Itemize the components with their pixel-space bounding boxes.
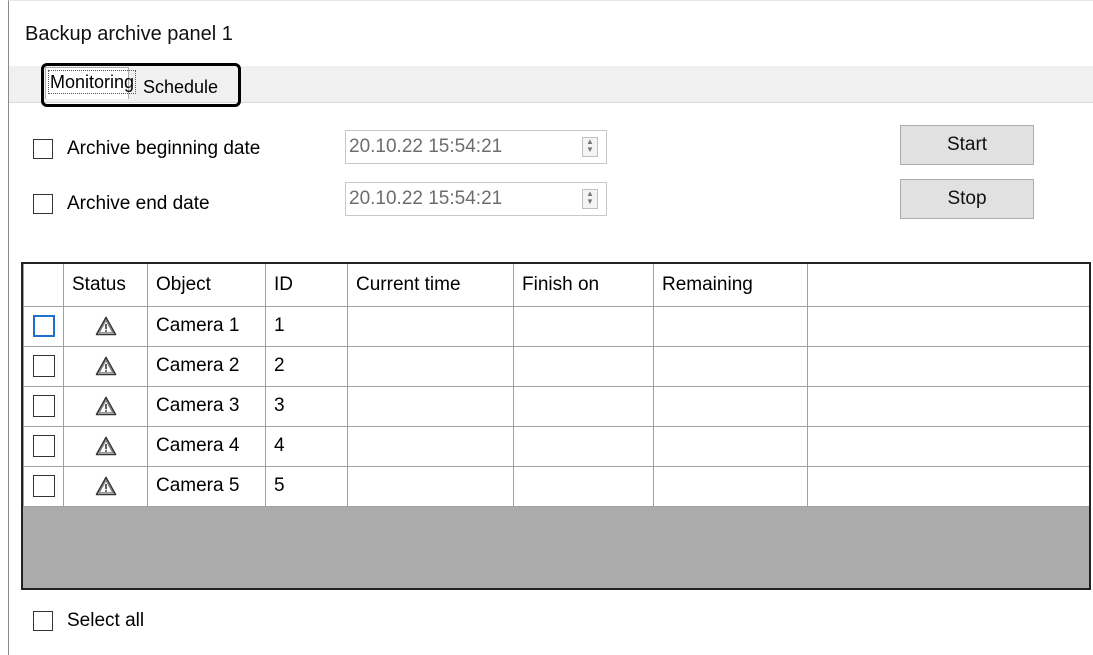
row-current-time-cell: [347, 305, 514, 347]
row-status-cell: [63, 305, 148, 347]
row-filler-cell: [807, 425, 1089, 467]
row-status-cell: [63, 425, 148, 467]
row-current-time-cell: [347, 425, 514, 467]
row-select-checkbox[interactable]: [32, 394, 55, 417]
table-row[interactable]: Camera 11: [23, 305, 1089, 347]
row-filler-cell: [807, 385, 1089, 427]
column-header-filler: [807, 264, 1089, 307]
table-row[interactable]: Camera 55: [23, 465, 1089, 507]
column-header-id[interactable]: ID: [265, 264, 348, 307]
row-finish-on-cell: [513, 305, 654, 347]
cameras-table: Status Object ID Current time Finish on …: [23, 264, 1089, 507]
row-object-cell: Camera 4: [147, 425, 266, 467]
cameras-grid[interactable]: Status Object ID Current time Finish on …: [21, 262, 1091, 590]
row-status-cell: [63, 465, 148, 507]
warning-triangle-icon: [95, 395, 117, 416]
row-id-cell: 2: [265, 345, 348, 387]
row-select-checkbox[interactable]: [32, 354, 55, 377]
row-status-cell: [63, 345, 148, 387]
row-object-cell: Camera 3: [147, 385, 266, 427]
column-header-status[interactable]: Status: [63, 264, 148, 307]
row-finish-on-cell: [513, 345, 654, 387]
row-select-checkbox[interactable]: [32, 434, 55, 457]
warning-triangle-icon: [95, 475, 117, 496]
select-all-row: Select all: [33, 610, 144, 632]
row-filler-cell: [807, 305, 1089, 347]
row-remaining-cell: [653, 425, 808, 467]
row-select-cell[interactable]: [23, 305, 64, 347]
stop-button[interactable]: Stop: [900, 179, 1034, 219]
row-select-checkbox[interactable]: [32, 474, 55, 497]
row-current-time-cell: [347, 385, 514, 427]
row-finish-on-cell: [513, 465, 654, 507]
table-row[interactable]: Camera 44: [23, 425, 1089, 467]
table-header-row: Status Object ID Current time Finish on …: [23, 264, 1089, 307]
row-remaining-cell: [653, 465, 808, 507]
archive-end-datetime[interactable]: 20.10.22 15:54:21 ▲ ▼: [345, 182, 607, 216]
archive-end-value: 20.10.22 15:54:21: [349, 188, 503, 209]
table-row[interactable]: Camera 33: [23, 385, 1089, 427]
backup-archive-window: Backup archive panel 1 Monitoring Schedu…: [8, 0, 1093, 655]
warning-triangle-icon: [95, 435, 117, 456]
archive-beginning-label: Archive beginning date: [67, 138, 261, 159]
header-select-cell: [23, 264, 64, 307]
row-select-cell[interactable]: [23, 465, 64, 507]
row-remaining-cell: [653, 385, 808, 427]
up-down-spinner-icon[interactable]: ▲ ▼: [582, 137, 598, 157]
archive-beginning-checkbox[interactable]: [33, 139, 53, 159]
row-select-checkbox[interactable]: [32, 314, 55, 337]
archive-beginning-value: 20.10.22 15:54:21: [349, 136, 503, 157]
row-object-cell: Camera 2: [147, 345, 266, 387]
column-header-remaining[interactable]: Remaining: [653, 264, 808, 307]
row-finish-on-cell: [513, 385, 654, 427]
row-remaining-cell: [653, 345, 808, 387]
row-id-cell: 4: [265, 425, 348, 467]
archive-beginning-row: Archive beginning date: [33, 138, 260, 160]
column-header-object[interactable]: Object: [147, 264, 266, 307]
archive-end-row: Archive end date: [33, 193, 210, 215]
row-id-cell: 5: [265, 465, 348, 507]
row-select-cell[interactable]: [23, 425, 64, 467]
start-button[interactable]: Start: [900, 125, 1034, 165]
archive-end-label: Archive end date: [67, 193, 210, 214]
up-down-spinner-icon[interactable]: ▲ ▼: [582, 189, 598, 209]
archive-end-checkbox[interactable]: [33, 194, 53, 214]
tab-monitoring-label: Monitoring: [47, 70, 137, 94]
row-select-cell[interactable]: [23, 345, 64, 387]
tab-schedule[interactable]: Schedule: [133, 71, 237, 101]
window-title: Backup archive panel 1: [25, 23, 233, 45]
row-current-time-cell: [347, 465, 514, 507]
row-object-cell: Camera 1: [147, 305, 266, 347]
row-current-time-cell: [347, 345, 514, 387]
select-all-checkbox[interactable]: [33, 611, 53, 631]
table-row[interactable]: Camera 22: [23, 345, 1089, 387]
warning-triangle-icon: [95, 355, 117, 376]
column-header-current-time[interactable]: Current time: [347, 264, 514, 307]
row-id-cell: 3: [265, 385, 348, 427]
select-all-label: Select all: [67, 610, 145, 631]
row-filler-cell: [807, 345, 1089, 387]
row-id-cell: 1: [265, 305, 348, 347]
row-status-cell: [63, 385, 148, 427]
column-header-finish-on[interactable]: Finish on: [513, 264, 654, 307]
row-finish-on-cell: [513, 425, 654, 467]
warning-triangle-icon: [95, 315, 117, 336]
archive-beginning-datetime[interactable]: 20.10.22 15:54:21 ▲ ▼: [345, 130, 607, 164]
tab-monitoring[interactable]: Monitoring: [45, 67, 137, 99]
row-select-cell[interactable]: [23, 385, 64, 427]
row-object-cell: Camera 5: [147, 465, 266, 507]
row-filler-cell: [807, 465, 1089, 507]
row-remaining-cell: [653, 305, 808, 347]
